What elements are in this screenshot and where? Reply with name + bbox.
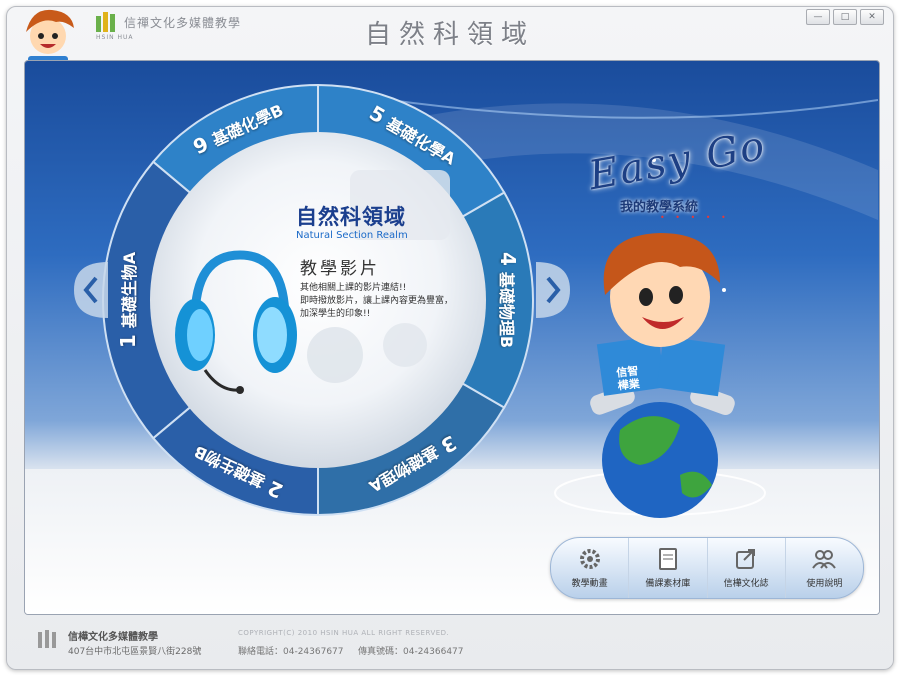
center-title: 自然科領域	[296, 205, 406, 229]
wheel-label-text: 基礎生物A	[120, 251, 139, 329]
gear-icon	[579, 549, 600, 569]
desc-line: 即時撥放影片，讓上課內容更為豐富，	[300, 296, 454, 306]
wheel-label-number: 1	[116, 334, 140, 349]
promo-dots: • • • • •	[660, 213, 730, 222]
toolbar-item-animation[interactable]: 教學動畫	[551, 538, 630, 598]
previous-arrow-button[interactable]	[74, 262, 108, 318]
footer-copyright: COPYRIGHT(C) 2010 HSIN HUA ALL RIGHT RES…	[238, 629, 450, 637]
toolbar-label: 信樺文化誌	[723, 579, 769, 589]
toolbar-item-materials[interactable]: 備課素材庫	[629, 538, 708, 598]
wheel-label[interactable]: 4 基礎物理B	[496, 252, 520, 348]
toolbar-label: 使用說明	[806, 579, 843, 589]
book-text: 信智樺業	[615, 364, 641, 393]
toolbar-item-help[interactable]: 使用說明	[786, 538, 863, 598]
center-heading[interactable]: 教學影片	[300, 254, 380, 279]
toolbar-label: 教學動畫	[571, 579, 608, 589]
notebook-icon	[658, 548, 677, 570]
footer-logo-icon	[34, 628, 60, 658]
toolbar-label: 備課素材庫	[645, 579, 691, 589]
center-subtitle: Natural Section Realm	[296, 230, 408, 241]
toolbar-item-magazine[interactable]: 信樺文化誌	[708, 538, 786, 598]
share-icon	[736, 549, 756, 569]
footer-fax: 傳真號碼：04-24366477	[358, 647, 464, 657]
desc-line: 其他相關上課的影片連結!!	[300, 283, 407, 293]
bottom-toolbar: 教學動畫 備課素材庫 信樺文化誌 使用說明	[550, 537, 864, 599]
wheel-label-text: 基礎物理B	[497, 271, 516, 349]
footer-address: 407台中市北屯區景賢八街228號	[68, 647, 202, 657]
footer-tel: 聯絡電話：04-24367677	[238, 647, 344, 657]
desc-line: 加深學生的印象!!	[300, 309, 371, 319]
wheel-label[interactable]: 1 基礎生物A	[116, 252, 140, 348]
users-icon	[812, 550, 837, 569]
center-description: 其他相關上課的影片連結!! 即時撥放影片，讓上課內容更為豐富， 加深學生的印象!…	[300, 282, 490, 321]
wheel-label-number: 4	[496, 251, 520, 266]
mascot-icon	[554, 233, 766, 518]
footer-company: 信樺文化多媒體教學	[68, 632, 158, 643]
